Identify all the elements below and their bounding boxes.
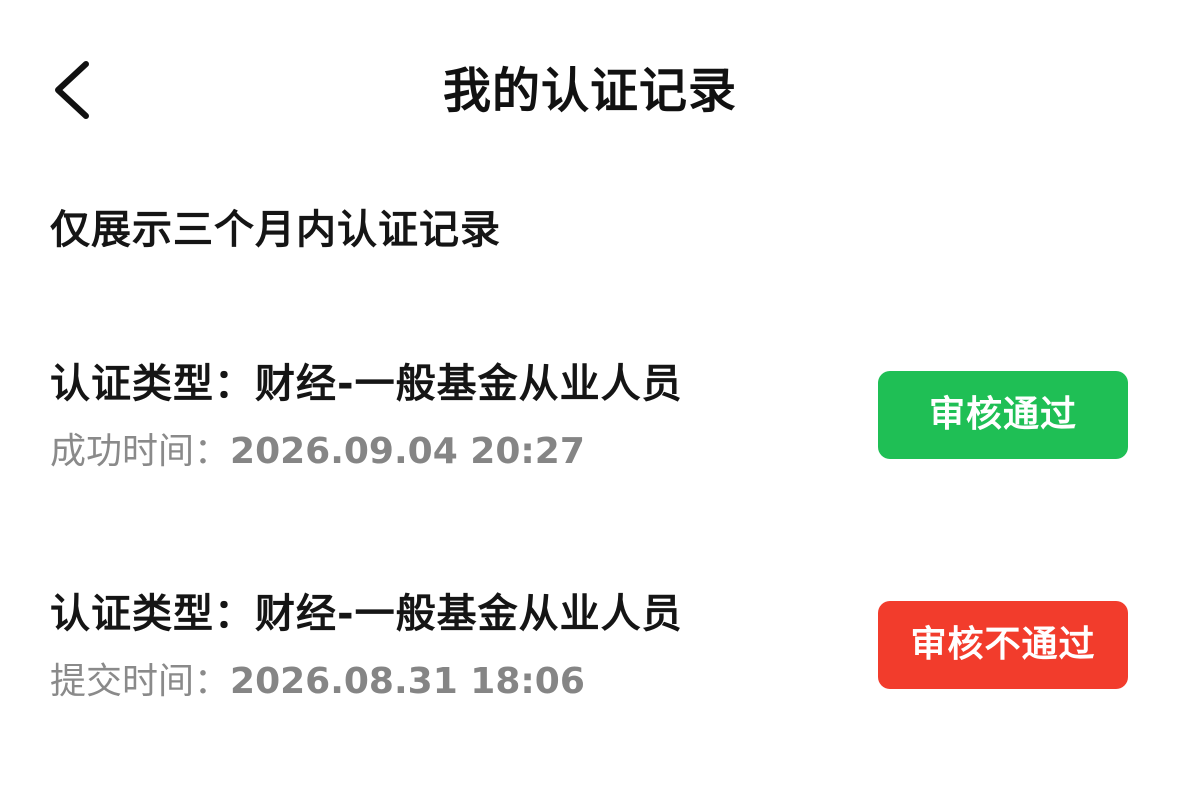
- record-time-value: 2026.08.31 18:06: [230, 661, 585, 702]
- record-time-label: 成功时间：: [50, 431, 231, 472]
- status-approved-button[interactable]: 审核通过: [878, 371, 1128, 459]
- record-type-label: 认证类型：: [50, 591, 255, 637]
- record-type: 认证类型：财经-一般基金从业人员: [50, 584, 683, 644]
- retention-notice: 仅展示三个月内认证记录: [50, 207, 501, 253]
- status-rejected-button[interactable]: 审核不通过: [878, 601, 1128, 689]
- page-title: 我的认证记录: [442, 63, 737, 119]
- record-item: 认证类型：财经-一般基金从业人员 提交时间：2026.08.31 18:06 审…: [0, 580, 1180, 730]
- record-item: 认证类型：财经-一般基金从业人员 成功时间：2026.09.04 20:27 审…: [0, 350, 1180, 500]
- record-type: 认证类型：财经-一般基金从业人员: [50, 354, 683, 414]
- record-type-label: 认证类型：: [50, 361, 255, 407]
- record-time: 提交时间：2026.08.31 18:06: [50, 654, 585, 710]
- record-type-value: 财经-一般基金从业人员: [255, 361, 683, 407]
- record-time-value: 2026.09.04 20:27: [230, 431, 585, 472]
- record-time: 成功时间：2026.09.04 20:27: [50, 424, 585, 480]
- record-type-value: 财经-一般基金从业人员: [255, 591, 683, 637]
- record-time-label: 提交时间：: [50, 661, 231, 702]
